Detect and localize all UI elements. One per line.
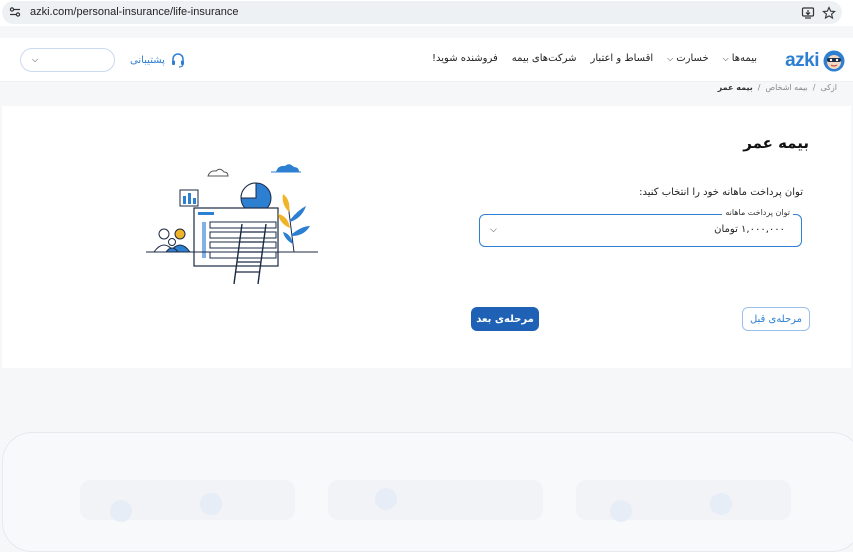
url-text[interactable]: azki.com/personal-insurance/life-insuran… bbox=[30, 6, 238, 18]
feature-card bbox=[328, 480, 543, 520]
feature-icon bbox=[200, 493, 222, 515]
cloud-icon bbox=[276, 164, 299, 172]
menu-become-seller-label: فروشنده شوید! bbox=[432, 53, 498, 64]
bookmark-star-icon[interactable] bbox=[822, 6, 836, 20]
people-icon bbox=[158, 228, 170, 240]
breadcrumb-separator: / bbox=[812, 83, 816, 92]
previous-step-button[interactable]: مرحله‌ی قبل bbox=[742, 307, 810, 331]
feature-icon bbox=[710, 493, 732, 515]
chevron-down-icon: ⌵ bbox=[667, 53, 674, 63]
field-label: توان پرداخت ماهانه bbox=[722, 208, 793, 217]
menu-companies-label: شرکت‌های بیمه bbox=[511, 53, 577, 64]
support-label: پشتیبانی bbox=[130, 54, 165, 66]
cloud-icon bbox=[207, 168, 229, 177]
monthly-payment-select[interactable]: توان پرداخت ماهانه ۱,۰۰۰,۰۰۰ تومان ⌵ bbox=[479, 208, 802, 247]
brand-logo-link[interactable]: azki bbox=[785, 49, 845, 73]
menu-claims[interactable]: خسارت ⌵ bbox=[667, 53, 708, 64]
feature-icon bbox=[375, 488, 397, 510]
headset-icon bbox=[171, 53, 184, 68]
breadcrumb: ازکی / بیمه اشخاص / بیمه عمر bbox=[718, 83, 837, 92]
previous-step-label: مرحله‌ی قبل bbox=[749, 313, 803, 325]
document-icon bbox=[193, 207, 279, 267]
page-title: بیمه عمر bbox=[743, 134, 809, 152]
site-header: azki بیمه‌ها ⌵ خسارت ⌵ اقساط و اعتبار شر… bbox=[0, 38, 853, 82]
menu-installments-label: اقساط و اعتبار bbox=[590, 53, 654, 64]
menu-insurances-label: بیمه‌ها bbox=[731, 53, 757, 64]
breadcrumb-current: بیمه عمر bbox=[717, 83, 753, 92]
breadcrumb-separator: / bbox=[757, 83, 761, 92]
feature-card bbox=[576, 480, 791, 520]
menu-companies[interactable]: شرکت‌های بیمه bbox=[512, 53, 577, 64]
field-value: ۱,۰۰۰,۰۰۰ تومان bbox=[714, 224, 785, 235]
feature-icon bbox=[110, 500, 132, 522]
life-insurance-illustration bbox=[146, 164, 318, 285]
support-link[interactable]: پشتیبانی bbox=[130, 52, 186, 68]
feature-icon bbox=[610, 500, 632, 522]
browser-toolbar: azki.com/personal-insurance/life-insuran… bbox=[0, 0, 853, 26]
account-select[interactable]: ⌵ bbox=[20, 48, 115, 72]
chevron-down-icon: ⌵ bbox=[490, 225, 497, 235]
chevron-down-icon: ⌵ bbox=[32, 55, 39, 64]
address-bar[interactable]: azki.com/personal-insurance/life-insuran… bbox=[2, 1, 842, 24]
brand-name: azki bbox=[785, 50, 819, 71]
next-step-label: مرحله‌ی بعد bbox=[476, 313, 534, 325]
menu-become-seller[interactable]: فروشنده شوید! bbox=[432, 53, 498, 64]
breadcrumb-home[interactable]: ازکی bbox=[820, 83, 837, 92]
brand-mascot-icon bbox=[823, 50, 845, 72]
main-menu: بیمه‌ها ⌵ خسارت ⌵ اقساط و اعتبار شرکت‌ها… bbox=[432, 53, 757, 64]
payment-prompt: توان پرداخت ماهانه خود را انتخاب کنید: bbox=[639, 187, 803, 198]
site-settings-icon[interactable] bbox=[8, 5, 22, 19]
menu-claims-label: خسارت bbox=[676, 53, 709, 64]
chevron-down-icon: ⌵ bbox=[722, 53, 729, 63]
menu-installments[interactable]: اقساط و اعتبار bbox=[591, 53, 654, 64]
breadcrumb-personal-insurance[interactable]: بیمه اشخاص bbox=[765, 83, 807, 92]
menu-insurances[interactable]: بیمه‌ها ⌵ bbox=[723, 53, 757, 64]
install-app-icon[interactable] bbox=[801, 6, 815, 20]
next-step-button[interactable]: مرحله‌ی بعد bbox=[471, 307, 539, 331]
